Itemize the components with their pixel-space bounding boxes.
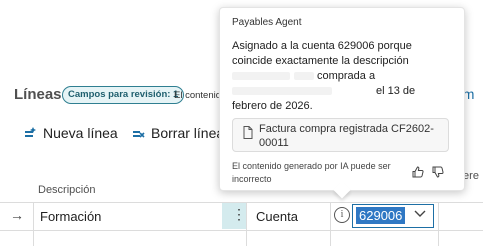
row-type-cell[interactable]: Cuenta [256,209,298,224]
document-icon [243,126,253,139]
info-icon[interactable]: i [334,207,350,223]
popover-title: Payables Agent [232,17,302,28]
row-arrow-icon: → [10,207,24,223]
lines-section-title: Líneas [14,86,62,103]
delete-line-label: Borrar línea [151,125,225,141]
ai-disclaimer: El contenido generado por IA puede ser i… [232,161,391,184]
explanation-fragment: comprada a [317,70,376,82]
row-bottom-border [0,230,483,231]
column-divider [33,202,34,246]
account-select-value[interactable]: 629006 [356,207,406,224]
explanation-line: Asignado a la cuenta 629006 porque [232,40,412,52]
thumbs-up-icon[interactable] [412,166,424,178]
new-line-icon [25,126,36,137]
column-divider [438,202,439,246]
row-actions-icon[interactable]: ⋮ [232,206,246,223]
source-document-link[interactable]: Factura compra registrada CF2602-00011 [259,122,444,150]
redacted-text [232,87,332,96]
column-header-description[interactable]: Descripción [38,184,95,196]
explanation-line: el 13 de [232,84,447,99]
chevron-down-icon[interactable] [414,210,426,218]
explanation-line: febrero de 2026. [232,100,313,112]
review-fields-badge[interactable]: Campos para revisión: 1 [62,86,185,104]
explanation-line: coincide exactamente la descripción [232,55,409,67]
column-divider [246,202,247,246]
delete-line-icon [133,130,145,138]
explanation-line: comprada a [232,69,447,84]
delete-line-button[interactable]: Borrar línea [132,124,224,142]
row-description-cell[interactable]: Formación [40,209,101,224]
new-line-button[interactable]: Nueva línea [24,124,118,142]
column-divider [330,202,331,246]
new-line-label: Nueva línea [43,125,118,141]
popover-explanation: Asignado a la cuenta 629006 porque coinc… [232,39,447,114]
explanation-fragment: el 13 de [376,85,416,97]
redacted-text [294,72,314,81]
redacted-text [232,72,290,81]
thumbs-down-icon[interactable] [432,166,444,178]
